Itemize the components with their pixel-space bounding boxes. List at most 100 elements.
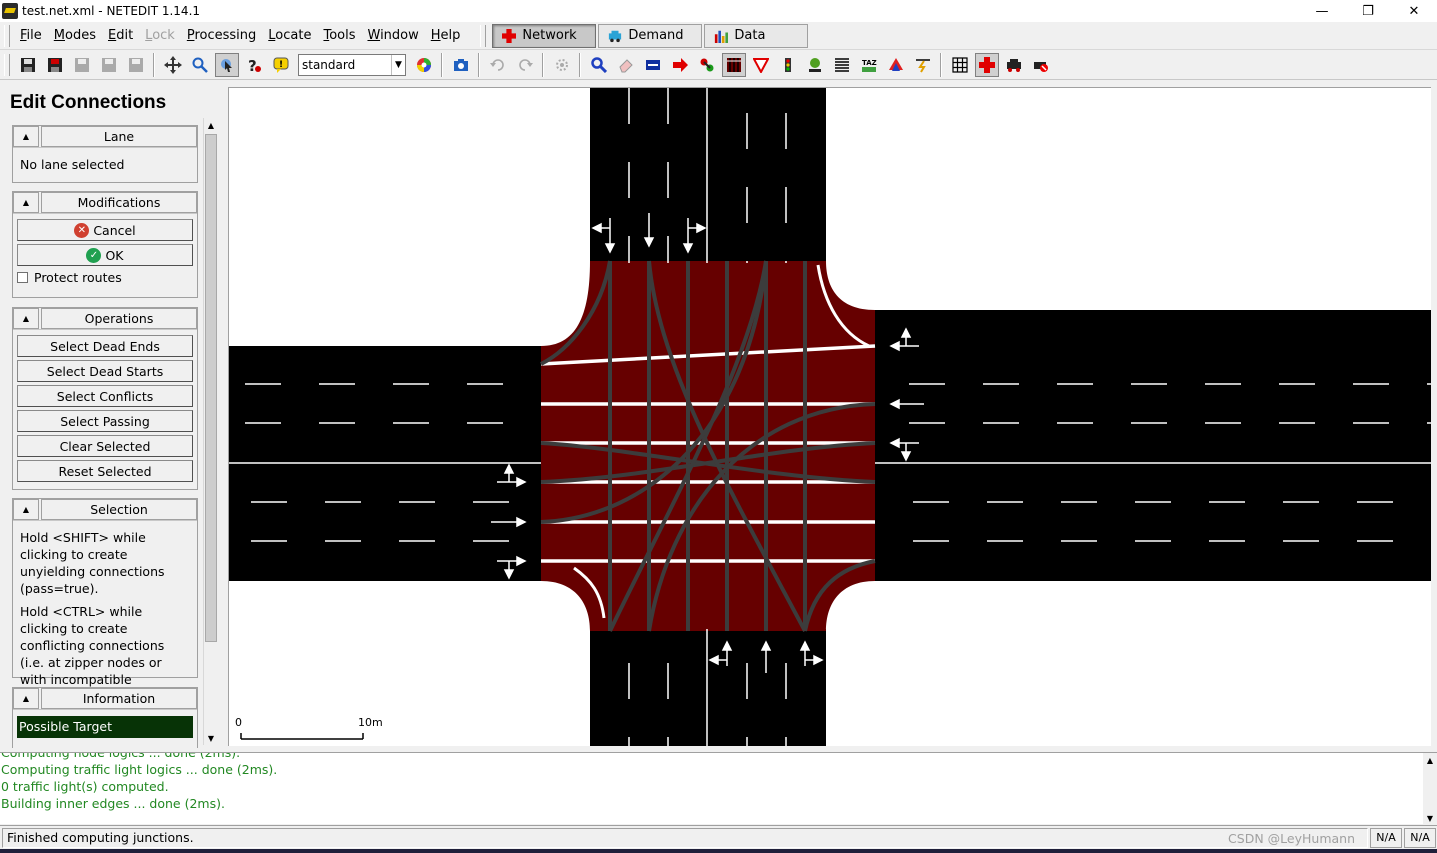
save-data-icon[interactable] [124, 53, 148, 77]
log-scroll-down-icon[interactable]: ▼ [1423, 811, 1437, 824]
ok-button[interactable]: ✓ OK [17, 244, 193, 266]
lane-collapse-button[interactable]: ▲ [13, 126, 39, 147]
menu-lock[interactable]: Lock [139, 22, 181, 50]
taz-icon[interactable]: TAZ [857, 53, 881, 77]
information-collapse-button[interactable]: ▲ [13, 688, 39, 709]
screenshot-camera-icon[interactable] [449, 53, 473, 77]
menu-grip[interactable] [4, 24, 10, 47]
wire-overhead-icon[interactable] [911, 53, 935, 77]
protect-routes-checkbox[interactable] [17, 272, 28, 283]
create-edge-arrow-icon[interactable] [668, 53, 692, 77]
left-panel-scrollbar[interactable]: ▲ ▼ [203, 118, 218, 745]
menu-processing[interactable]: Processing [181, 22, 262, 50]
log-line: Computing traffic light logics ... done … [1, 762, 278, 777]
south-edge[interactable] [590, 629, 826, 746]
zoom-icon[interactable] [188, 53, 212, 77]
menu-bar: File Modes Edit Lock Processing Locate T… [0, 22, 1437, 50]
demand-vehicle-icon [609, 30, 622, 42]
modifications-section: ▲ Modifications ✕ Cancel ✓ OK Protect ro… [12, 191, 198, 298]
save-demand-icon[interactable] [97, 53, 121, 77]
save-additionals-icon[interactable] [70, 53, 94, 77]
move-mode-icon[interactable] [695, 53, 719, 77]
polygon-shape-icon[interactable] [884, 53, 908, 77]
select-mode-icon[interactable] [641, 53, 665, 77]
help-query-icon[interactable]: ? [242, 53, 266, 77]
network-settings-icon[interactable] [550, 53, 574, 77]
save-all-icon[interactable] [43, 53, 67, 77]
svg-text:?: ? [248, 57, 257, 73]
junction-shape-icon[interactable] [974, 52, 999, 77]
network-view[interactable]: 0 10m [229, 88, 1431, 746]
operations-collapse-button[interactable]: ▲ [13, 308, 39, 329]
toolbar-grip[interactable] [4, 53, 10, 76]
status-message-area: Finished computing junctions. CSDN @LeyH… [2, 827, 1368, 848]
tooltip-icon[interactable]: ! [269, 53, 293, 77]
traffic-light-icon[interactable] [776, 53, 800, 77]
recenter-view-icon[interactable] [161, 53, 185, 77]
scroll-down-icon[interactable]: ▼ [204, 731, 218, 745]
modifications-section-title: Modifications [41, 192, 197, 213]
network-canvas[interactable]: 0 10m [228, 87, 1431, 746]
visual-scheme-select[interactable]: standard ▼ [298, 53, 406, 76]
crossing-icon[interactable] [830, 53, 854, 77]
edit-connections-panel: Edit Connections ▲ Lane No lane selected… [0, 84, 224, 748]
selection-section-title: Selection [41, 499, 197, 520]
log-line: Building inner edges ... done (2ms). [1, 796, 225, 811]
prohibition-yield-icon[interactable] [749, 53, 773, 77]
panel-title: Edit Connections [10, 92, 167, 113]
operations-section-title: Operations [41, 308, 197, 329]
network-mode-button[interactable]: Network [492, 23, 597, 48]
menu-edit[interactable]: Edit [102, 22, 139, 50]
scroll-thumb[interactable] [205, 134, 217, 642]
menu-tools[interactable]: Tools [317, 22, 361, 50]
taskbar-edge [0, 849, 1437, 853]
cancel-button[interactable]: ✕ Cancel [17, 219, 193, 241]
scroll-up-icon[interactable]: ▲ [204, 118, 218, 132]
window-title: test.net.xml - NETEDIT 1.14.1 [22, 4, 201, 18]
data-mode-button[interactable]: Data [704, 23, 809, 48]
watermark-text: CSDN @LeyHumann [1228, 830, 1355, 846]
selection-collapse-button[interactable]: ▲ [13, 499, 39, 520]
message-log[interactable]: Computing node logics ... done (2ms). Co… [0, 752, 1437, 824]
protect-routes-row[interactable]: Protect routes [17, 270, 193, 285]
show-vehicles-icon[interactable] [1002, 53, 1026, 77]
svg-text:!: ! [279, 60, 283, 70]
menu-help[interactable]: Help [425, 22, 467, 50]
save-network-icon[interactable] [16, 53, 40, 77]
select-dead-ends-button[interactable]: Select Dead Ends [17, 335, 193, 357]
network-cross-icon [502, 28, 517, 43]
log-scroll-up-icon[interactable]: ▲ [1423, 753, 1437, 767]
scale-bar: 0 10m [235, 716, 383, 740]
menu-modes[interactable]: Modes [48, 22, 102, 50]
selection-section: ▲ Selection Hold <SHIFT> while clicking … [12, 498, 198, 704]
select-passing-button[interactable]: Select Passing [17, 410, 193, 432]
maximize-button[interactable]: ❐ [1345, 0, 1391, 22]
cancel-icon: ✕ [74, 222, 90, 238]
log-scrollbar[interactable]: ▲ ▼ [1423, 753, 1437, 824]
reset-selected-button[interactable]: Reset Selected [17, 460, 193, 482]
menu-locate[interactable]: Locate [262, 22, 317, 50]
minimize-button[interactable]: — [1299, 0, 1345, 22]
menu-file[interactable]: File [14, 22, 48, 50]
demand-mode-button[interactable]: Demand [598, 23, 703, 48]
select-dead-starts-button[interactable]: Select Dead Starts [17, 360, 193, 382]
grid-toggle-icon[interactable] [948, 53, 972, 77]
undo-icon[interactable] [486, 53, 510, 77]
clear-selected-button[interactable]: Clear Selected [17, 435, 193, 457]
color-wheel-icon[interactable] [412, 53, 436, 77]
mode-grip[interactable] [480, 24, 487, 47]
menu-window[interactable]: Window [361, 22, 424, 50]
additional-detector-icon[interactable] [803, 53, 827, 77]
redo-icon[interactable] [513, 53, 537, 77]
connection-mode-icon[interactable] [721, 52, 746, 77]
inspect-icon[interactable] [587, 53, 611, 77]
show-demand-elements-icon[interactable] [1029, 53, 1053, 77]
delete-eraser-icon[interactable] [614, 53, 638, 77]
north-edge[interactable] [590, 88, 826, 263]
information-section-title: Information [41, 688, 197, 709]
locate-cursor-icon[interactable] [214, 52, 239, 77]
select-conflicts-button[interactable]: Select Conflicts [17, 385, 193, 407]
close-button[interactable]: ✕ [1391, 0, 1437, 22]
lane-section-title: Lane [41, 126, 197, 147]
modifications-collapse-button[interactable]: ▲ [13, 192, 39, 213]
